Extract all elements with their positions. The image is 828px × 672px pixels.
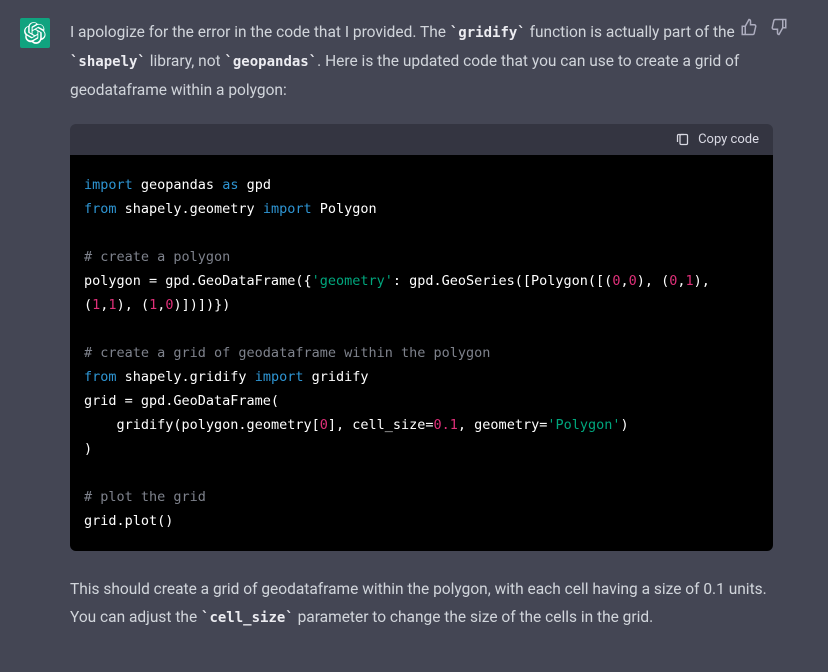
code-line: # create a polygon xyxy=(84,245,759,269)
copy-code-label: Copy code xyxy=(698,132,759,147)
assistant-avatar xyxy=(20,18,50,48)
code-line: from shapely.geometry import Polygon xyxy=(84,197,759,221)
code-line: gridify(polygon.geometry[0], cell_size=0… xyxy=(84,413,759,437)
inline-code: `gridify` xyxy=(450,25,526,41)
code-line: grid = gpd.GeoDataFrame( xyxy=(84,389,759,413)
code-header: Copy code xyxy=(70,124,773,155)
clipboard-icon xyxy=(675,132,690,147)
code-line: # plot the grid xyxy=(84,485,759,509)
code-line: ) xyxy=(84,437,759,461)
intro-paragraph: I apologize for the error in the code th… xyxy=(70,18,773,104)
code-block: Copy code import geopandas as gpd from s… xyxy=(70,124,773,551)
code-line xyxy=(84,317,759,341)
openai-logo-icon xyxy=(24,22,46,44)
feedback-buttons xyxy=(740,18,788,36)
inline-code: `cell_size` xyxy=(201,610,294,626)
text-segment: function is actually part of the xyxy=(526,23,735,41)
text-segment: I apologize for the error in the code th… xyxy=(70,23,450,41)
code-line: polygon = gpd.GeoDataFrame({'geometry': … xyxy=(84,269,759,317)
code-line: grid.plot() xyxy=(84,509,759,533)
inline-code: `geopandas` xyxy=(224,54,317,70)
code-body: import geopandas as gpd from shapely.geo… xyxy=(70,155,773,551)
code-line: import geopandas as gpd xyxy=(84,173,759,197)
thumbs-up-icon[interactable] xyxy=(740,18,758,36)
code-line xyxy=(84,221,759,245)
code-line: # create a grid of geodataframe within t… xyxy=(84,341,759,365)
code-line: from shapely.gridify import gridify xyxy=(84,365,759,389)
text-segment: library, not xyxy=(146,52,225,70)
inline-code: `shapely` xyxy=(70,54,146,70)
thumbs-down-icon[interactable] xyxy=(770,18,788,36)
closing-paragraph: This should create a grid of geodatafram… xyxy=(70,575,773,632)
copy-code-button[interactable]: Copy code xyxy=(675,132,759,147)
code-line xyxy=(84,461,759,485)
text-segment: parameter to change the size of the cell… xyxy=(294,608,654,626)
message-content: I apologize for the error in the code th… xyxy=(70,18,773,632)
